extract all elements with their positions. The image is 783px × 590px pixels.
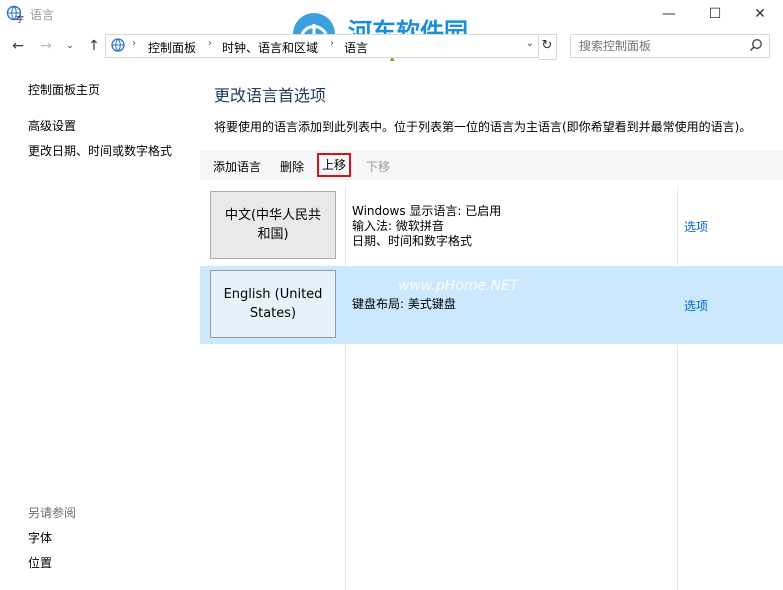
- see-also-heading: 另请参阅: [28, 506, 77, 520]
- language-info-line: 日期、时间和数字格式: [352, 234, 473, 248]
- search-box[interactable]: [570, 34, 770, 58]
- language-app-icon: 字: [6, 5, 24, 23]
- breadcrumb-control-panel[interactable]: 控制面板: [148, 39, 196, 56]
- address-dropdown-icon[interactable]: ⌄: [526, 38, 534, 49]
- language-info-line: 输入法: 微软拼音: [352, 219, 444, 233]
- language-row-chinese[interactable]: 中文(中华人民共和国) Windows 显示语言: 已启用 输入法: 微软拼音 …: [200, 187, 783, 265]
- language-location-icon: [111, 38, 125, 52]
- breadcrumb-separator-icon: ›: [208, 38, 212, 49]
- page-title: 更改语言首选项: [214, 86, 327, 105]
- breadcrumb-clock-region[interactable]: 时钟、语言和区域: [222, 39, 318, 56]
- refresh-icon[interactable]: ↻: [538, 34, 557, 60]
- language-options-link[interactable]: 选项: [684, 218, 708, 235]
- language-info: 键盘布局: 美式键盘: [352, 297, 456, 312]
- forward-arrow-icon[interactable]: →: [36, 36, 56, 56]
- close-button[interactable]: ✕: [737, 0, 783, 28]
- breadcrumb-separator-icon: ›: [132, 38, 136, 49]
- advanced-settings-link[interactable]: 高级设置: [28, 117, 76, 134]
- language-name-button[interactable]: 中文(中华人民共和国): [210, 191, 336, 259]
- maximize-button[interactable]: ☐: [692, 0, 738, 28]
- up-arrow-icon[interactable]: ↑: [84, 36, 104, 56]
- page-description: 将要使用的语言添加到此列表中。位于列表第一位的语言为主语言(即你希望看到并最常使…: [214, 120, 752, 134]
- svg-text:字: 字: [16, 14, 24, 23]
- change-date-time-link[interactable]: 更改日期、时间或数字格式: [28, 142, 172, 159]
- language-info-line: Windows 显示语言: 已启用: [352, 204, 502, 218]
- add-language-button[interactable]: 添加语言: [213, 158, 261, 175]
- move-up-button[interactable]: 上移: [317, 153, 352, 177]
- address-bar[interactable]: › 控制面板 › 时钟、语言和区域 › 语言 ⌄: [105, 34, 539, 58]
- watermark-secondary: www.pHome.NET: [398, 278, 519, 294]
- language-options-link[interactable]: 选项: [684, 297, 708, 314]
- language-info: Windows 显示语言: 已启用 输入法: 微软拼音 日期、时间和数字格式: [352, 204, 501, 249]
- language-name-button[interactable]: English (United States): [210, 270, 336, 338]
- remove-language-button[interactable]: 删除: [280, 158, 304, 175]
- window-title: 语言: [30, 8, 55, 22]
- move-down-button[interactable]: 下移: [366, 158, 390, 175]
- control-panel-home-link[interactable]: 控制面板主页: [28, 81, 100, 98]
- recent-dropdown-icon[interactable]: ⌄: [60, 36, 80, 56]
- breadcrumb-separator-icon: ›: [330, 38, 334, 49]
- language-info-line: 键盘布局: 美式键盘: [352, 297, 456, 311]
- breadcrumb-language[interactable]: 语言: [344, 39, 368, 56]
- minimize-button[interactable]: —: [646, 0, 692, 28]
- search-input[interactable]: [577, 37, 741, 55]
- fonts-link[interactable]: 字体: [28, 529, 52, 546]
- language-toolbar: 添加语言 删除 上移 下移: [200, 150, 783, 180]
- back-arrow-icon[interactable]: ←: [8, 36, 28, 56]
- search-icon[interactable]: [749, 38, 763, 52]
- location-link[interactable]: 位置: [28, 554, 52, 571]
